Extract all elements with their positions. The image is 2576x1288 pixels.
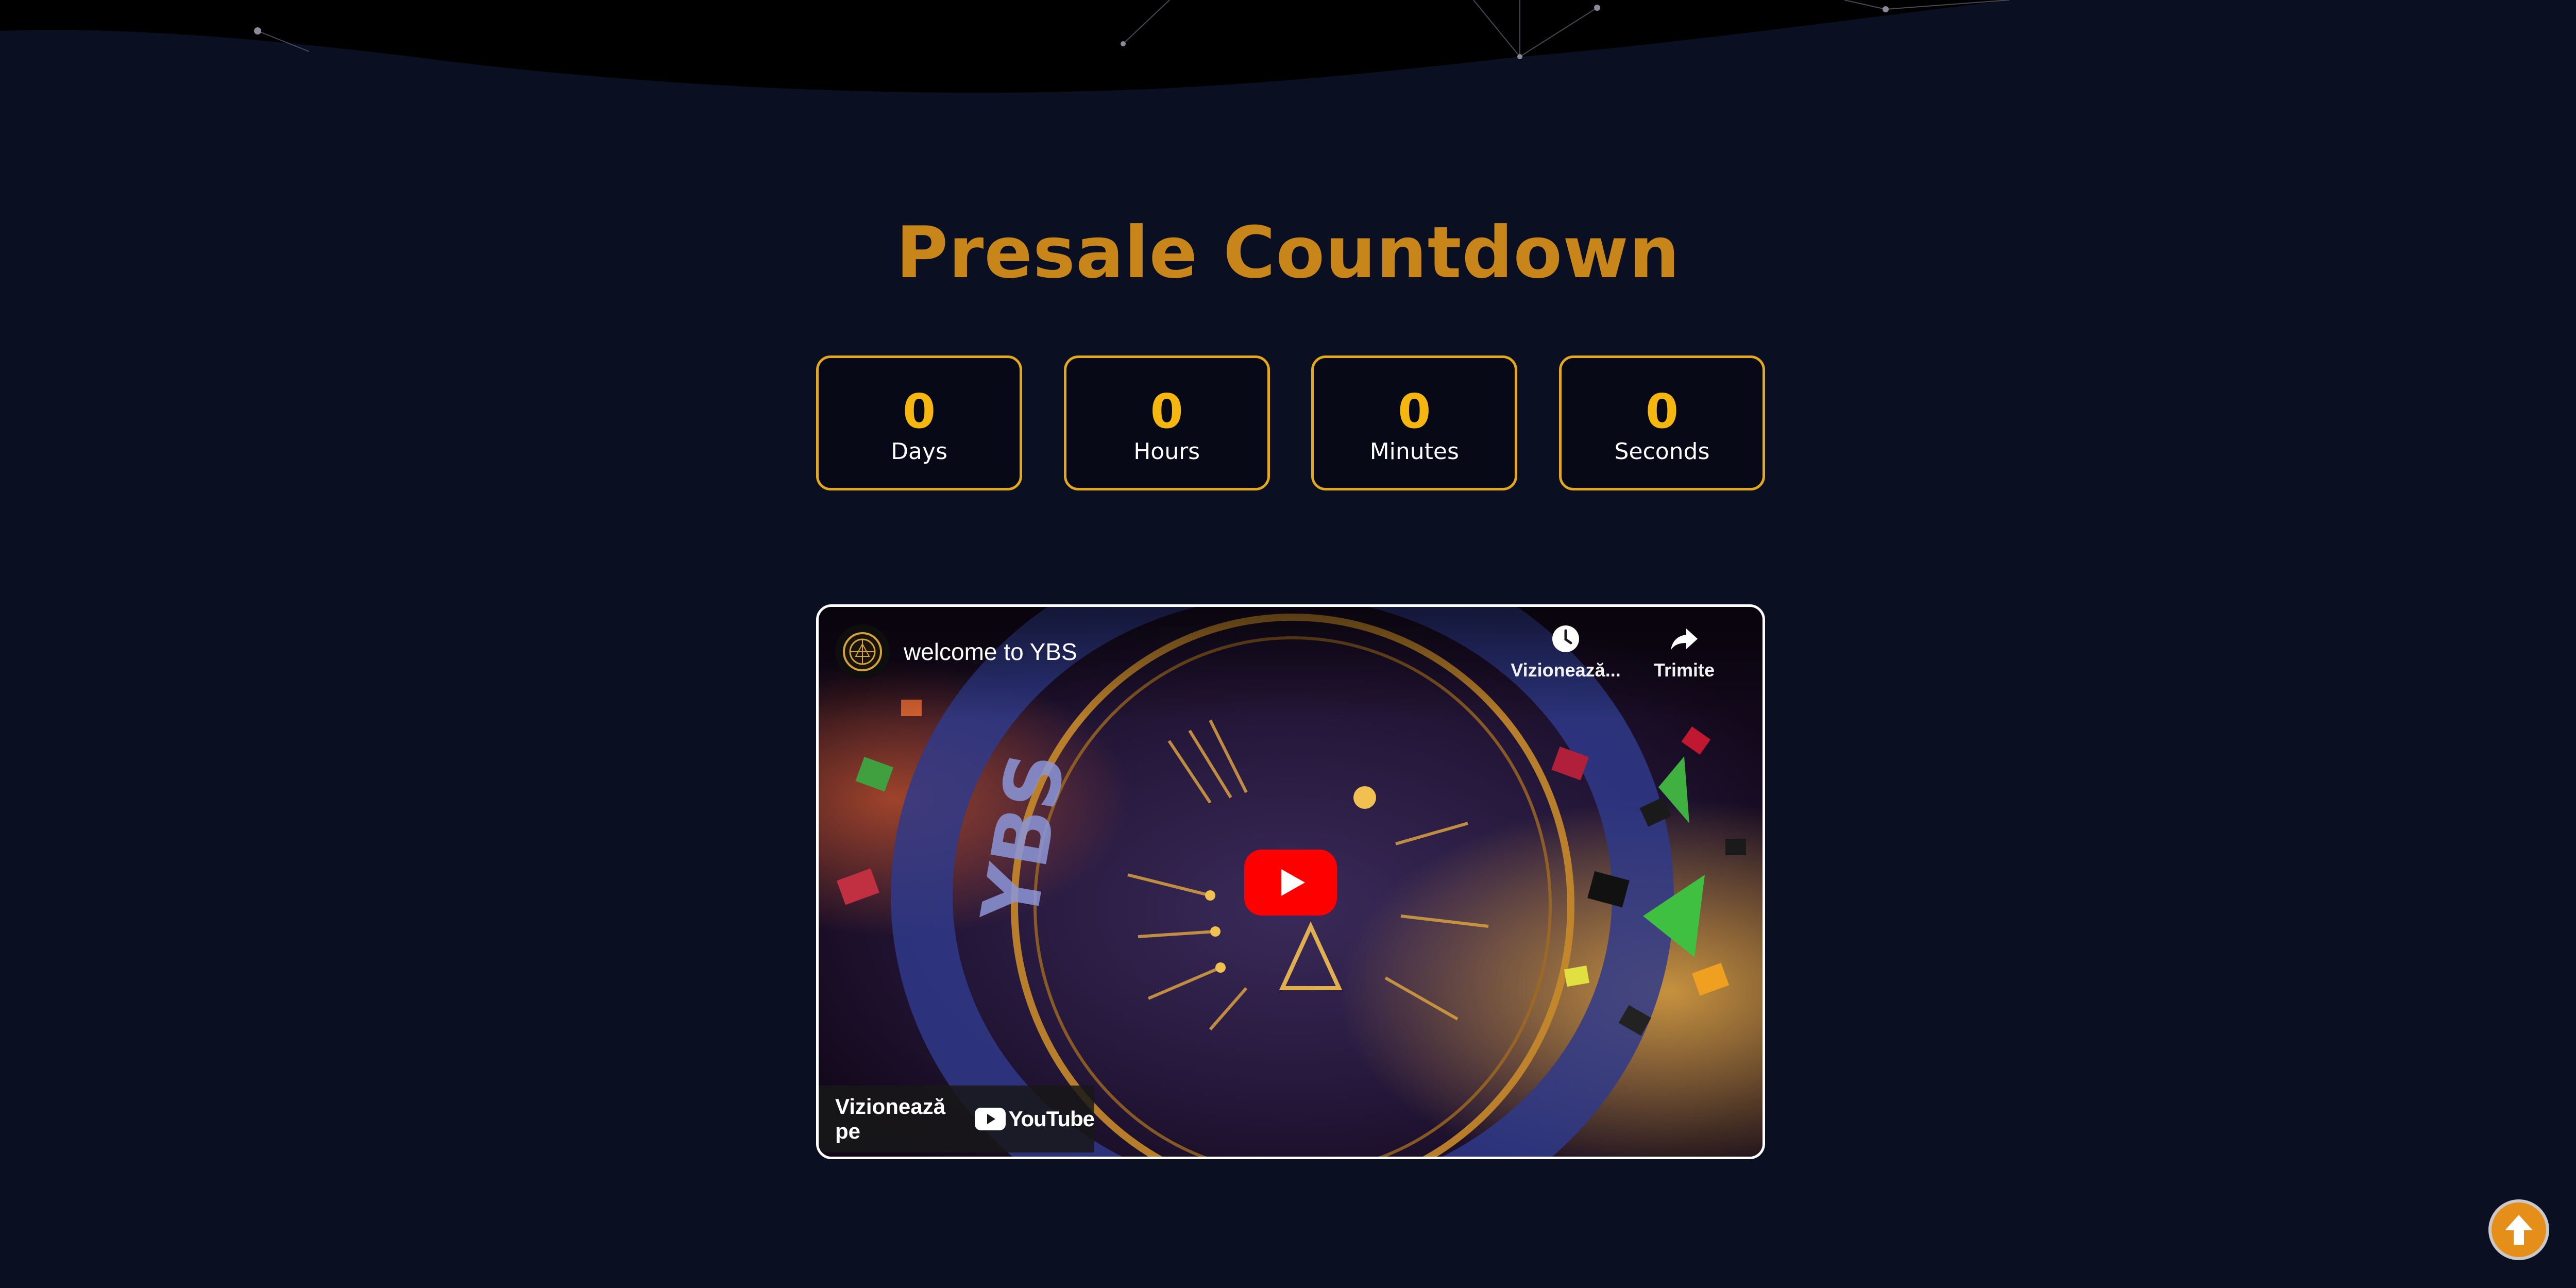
play-icon[interactable] xyxy=(1244,850,1337,916)
watch-later-label: Vizionează... xyxy=(1511,659,1621,681)
countdown-value: 0 xyxy=(1645,383,1679,439)
share-label: Trimite xyxy=(1653,659,1715,681)
countdown-value: 0 xyxy=(1398,383,1431,439)
watch-on-youtube-link[interactable]: Vizionează pe YouTube xyxy=(819,1086,1095,1153)
countdown-minutes: 0 Minutes xyxy=(1311,355,1518,490)
countdown-seconds: 0 Seconds xyxy=(1558,355,1765,490)
share-button[interactable]: Trimite xyxy=(1648,622,1720,681)
watch-on-label: Vizionează pe xyxy=(835,1094,945,1143)
page-title: Presale Countdown xyxy=(896,211,1680,295)
youtube-play-icon xyxy=(974,1108,1006,1130)
clock-icon xyxy=(1552,625,1579,652)
arrow-up-icon xyxy=(2505,1215,2533,1245)
video-player[interactable]: YBS welcome to YBS Vizionează... Trimite… xyxy=(816,604,1765,1159)
share-icon xyxy=(1671,629,1698,650)
youtube-logo: YouTube xyxy=(974,1107,1095,1131)
countdown-label: Seconds xyxy=(1614,438,1710,465)
countdown-hours: 0 Hours xyxy=(1063,355,1270,490)
countdown-days: 0 Days xyxy=(816,355,1022,490)
countdown-label: Hours xyxy=(1133,438,1200,465)
countdown-value: 0 xyxy=(902,383,936,439)
scroll-to-top-button[interactable] xyxy=(2488,1199,2549,1260)
youtube-wordmark: YouTube xyxy=(1008,1107,1095,1131)
watch-later-button[interactable]: Vizionează... xyxy=(1509,622,1622,681)
countdown-value: 0 xyxy=(1150,383,1183,439)
channel-avatar[interactable] xyxy=(835,624,890,679)
countdown-label: Minutes xyxy=(1369,438,1459,465)
video-title[interactable]: welcome to YBS xyxy=(904,638,1077,666)
countdown-timer: 0 Days 0 Hours 0 Minutes 0 Seconds xyxy=(816,355,1765,490)
countdown-label: Days xyxy=(891,438,947,465)
header-particles xyxy=(0,0,2576,98)
